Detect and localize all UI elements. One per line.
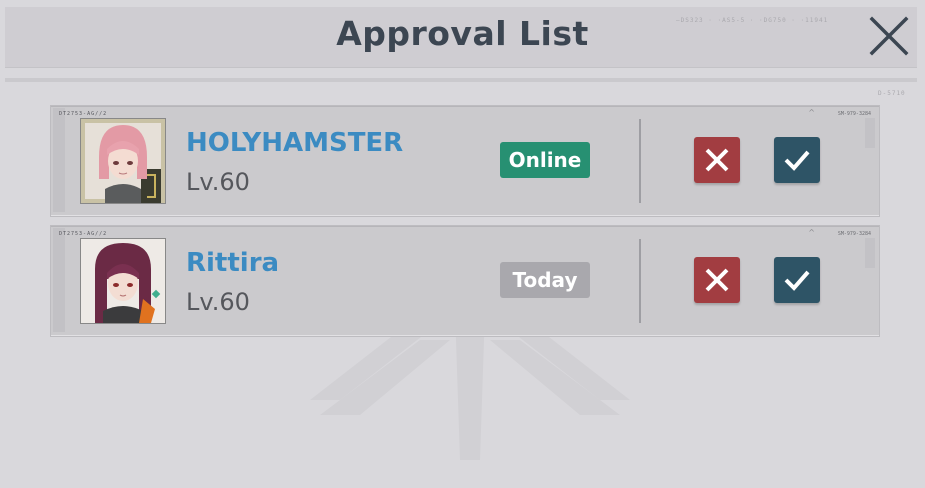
accept-button[interactable] bbox=[774, 137, 820, 183]
card-divider bbox=[639, 119, 641, 203]
caret-icon: ^ bbox=[808, 108, 815, 117]
x-icon bbox=[705, 268, 729, 292]
caret-icon: ^ bbox=[808, 228, 815, 237]
close-icon bbox=[869, 16, 909, 56]
avatar[interactable] bbox=[80, 238, 166, 324]
player-name: HOLYHAMSTER bbox=[186, 128, 404, 158]
character-portrait bbox=[81, 119, 165, 203]
character-portrait bbox=[81, 239, 165, 323]
check-icon bbox=[784, 270, 810, 291]
accept-button[interactable] bbox=[774, 257, 820, 303]
player-level: Lv.60 bbox=[186, 168, 250, 196]
player-name: Rittira bbox=[186, 248, 280, 278]
close-button[interactable] bbox=[866, 13, 912, 59]
check-icon bbox=[784, 150, 810, 171]
decorative-code: —DS323 · ·AS5-5 · ·DG750 · ·11941 bbox=[676, 17, 829, 24]
card-edge-strip bbox=[53, 108, 65, 212]
reject-button[interactable] bbox=[694, 257, 740, 303]
x-icon bbox=[705, 148, 729, 172]
player-level: Lv.60 bbox=[186, 288, 250, 316]
card-divider bbox=[639, 239, 641, 323]
card-edge-strip bbox=[53, 228, 65, 332]
card-code-tag: DT2753-AG//2 bbox=[59, 111, 108, 117]
avatar[interactable] bbox=[80, 118, 166, 204]
card-edge-strip bbox=[865, 118, 875, 148]
card-code-tag: SM-979-3284 bbox=[837, 111, 871, 117]
request-card: DT2753-AG//2 SM-979-3284 ^ Rittira Lv.60… bbox=[50, 225, 880, 337]
status-badge: Online bbox=[500, 142, 590, 178]
decorative-code-side: D-5710 bbox=[878, 90, 906, 97]
card-edge-strip bbox=[865, 238, 875, 268]
status-badge: Today bbox=[500, 262, 590, 298]
card-code-tag: SM-979-3284 bbox=[837, 231, 871, 237]
request-card: DT2753-AG//2 SM-979-3284 ^ HOLYHAMSTER L… bbox=[50, 105, 880, 217]
reject-button[interactable] bbox=[694, 137, 740, 183]
card-code-tag: DT2753-AG//2 bbox=[59, 231, 108, 237]
header-divider bbox=[5, 78, 917, 82]
